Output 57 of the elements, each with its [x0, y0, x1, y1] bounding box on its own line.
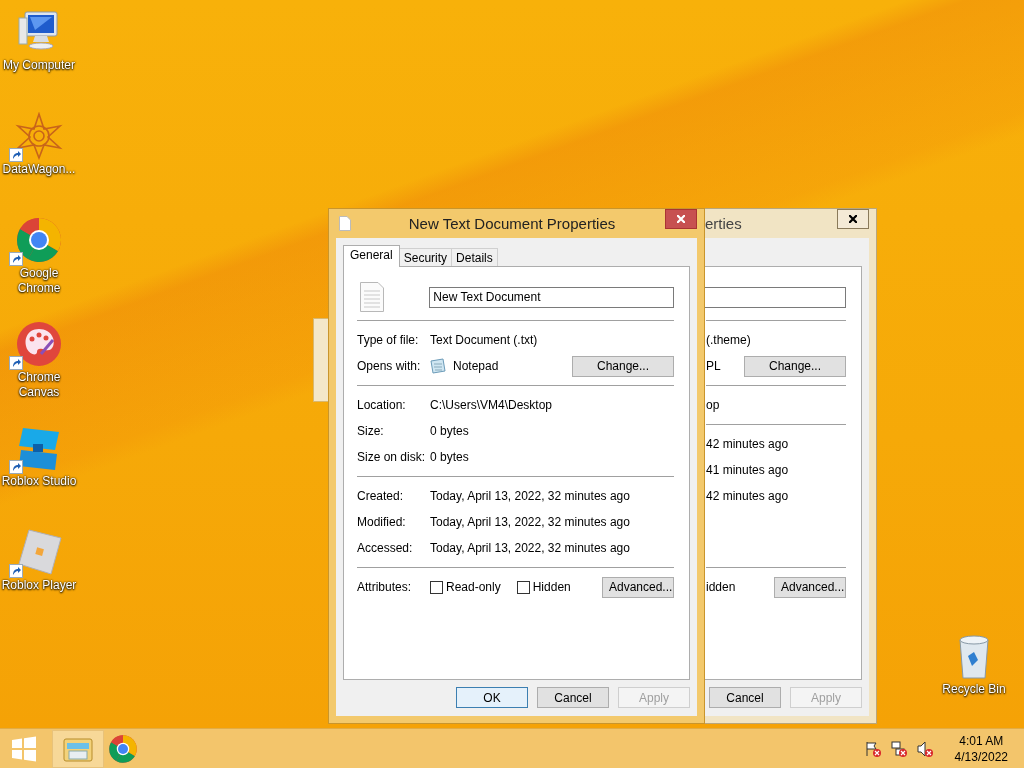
property-label: Opens with: — [357, 359, 422, 373]
property-value: Today, April 13, 2022, 32 minutes ago — [430, 515, 630, 529]
checkbox[interactable] — [516, 580, 530, 594]
change-button[interactable]: Change... — [572, 355, 674, 377]
tab[interactable]: Details — [451, 248, 498, 267]
property-label: Size on disk: — [357, 450, 427, 464]
property-label: Modified: — [357, 515, 407, 529]
clock-date[interactable]: 4/13/2022 — [954, 748, 1008, 765]
property-value: Notepad — [453, 359, 499, 373]
advanced-button[interactable]: Advanced... — [602, 576, 674, 598]
property-value: op — [706, 398, 720, 412]
file-name-field[interactable]: New Text Document — [429, 286, 674, 308]
property-value: 41 minutes ago — [706, 463, 789, 477]
property-label: Location: — [357, 398, 407, 412]
property-value: 42 minutes ago — [706, 437, 789, 451]
property-value: 0 bytes — [430, 450, 469, 464]
property-value: idden — [706, 580, 736, 594]
palette-icon — [15, 320, 63, 368]
property-value: C:\Users\VM4\Desktop — [430, 398, 553, 412]
tab[interactable]: General — [343, 245, 400, 267]
close-icon — [849, 215, 857, 223]
text-field[interactable] — [705, 286, 846, 308]
property-value: 0 bytes — [430, 424, 469, 438]
window-title: New Text Document Properties — [407, 215, 617, 232]
property-label: Type of file: — [357, 333, 420, 347]
speaker-icon — [916, 740, 933, 757]
clock-time[interactable]: 4:01 AM — [959, 732, 1004, 749]
property-label: Size: — [357, 424, 385, 438]
document-icon — [339, 216, 351, 231]
checkbox-label[interactable]: Hidden — [532, 580, 571, 594]
property-button[interactable]: Advanced... — [774, 576, 846, 598]
windows-logo-icon — [10, 734, 38, 763]
flag-icon — [864, 740, 881, 757]
close-button[interactable] — [665, 209, 697, 229]
dialog-button[interactable]: OK — [456, 687, 528, 708]
property-value: Text Document (.txt) — [430, 333, 538, 347]
star-emblem-icon — [15, 112, 63, 160]
property-label: Created: — [357, 489, 405, 503]
property-label: Accessed: — [357, 541, 414, 555]
text-file-icon — [360, 282, 384, 312]
chrome-icon — [108, 733, 138, 764]
close-button[interactable] — [837, 209, 869, 229]
dialog-button[interactable]: Cancel — [709, 687, 781, 708]
dialog-button[interactable]: Cancel — [537, 687, 609, 708]
property-label: Attributes: — [357, 580, 413, 594]
checkbox-label[interactable]: Read-only — [446, 580, 501, 594]
property-value: (.theme) — [706, 333, 751, 347]
close-icon — [677, 215, 685, 223]
property-button[interactable]: Change... — [744, 355, 846, 377]
property-value: Today, April 13, 2022, 32 minutes ago — [430, 541, 630, 555]
window-title: erties — [704, 215, 743, 232]
property-value: 42 minutes ago — [706, 489, 789, 503]
property-value: PL — [706, 359, 721, 373]
network-icon — [890, 740, 907, 757]
property-value: Today, April 13, 2022, 32 minutes ago — [430, 489, 630, 503]
checkbox[interactable] — [430, 580, 443, 594]
chrome-icon — [15, 216, 63, 264]
